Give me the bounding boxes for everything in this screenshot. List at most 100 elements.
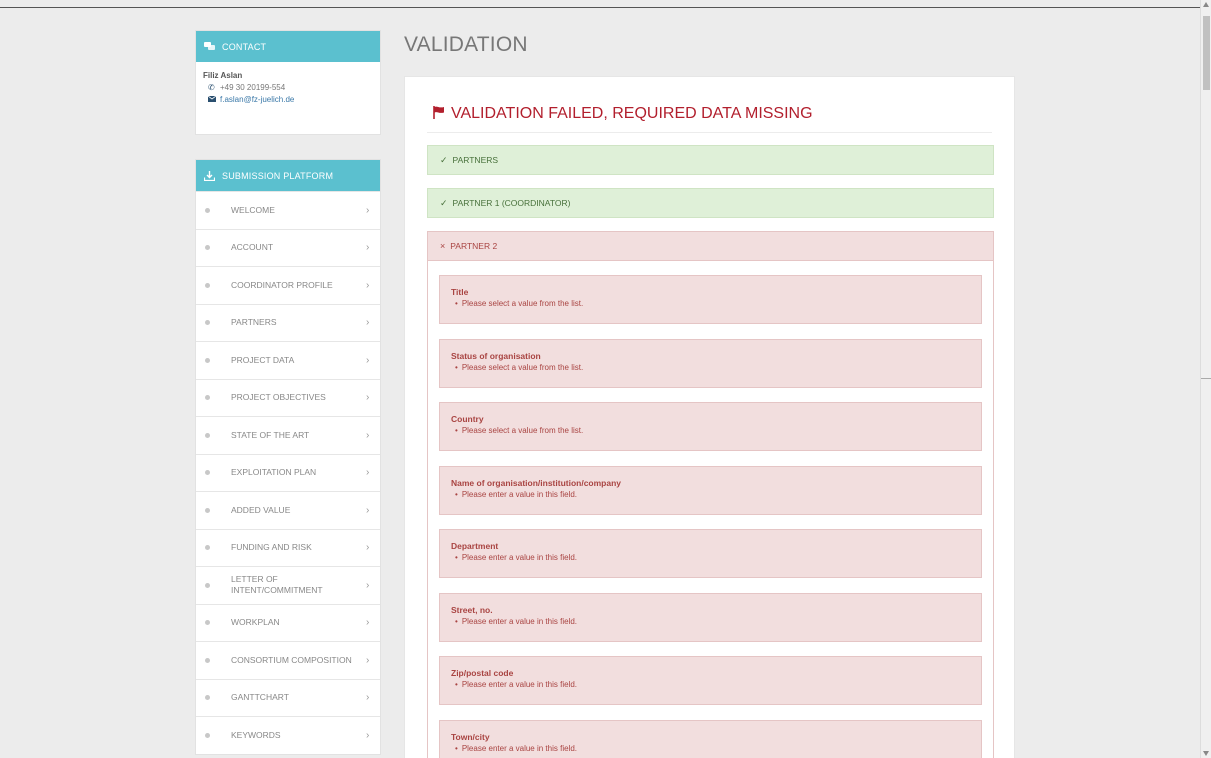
status-dot-icon [205, 620, 210, 626]
sidebar-item[interactable]: ACCOUNT › [196, 228, 380, 266]
error-alert: Title • Please select a value from the lis… [439, 275, 982, 324]
error-field-name: Street, no. [451, 604, 493, 615]
error-message-row: • Please enter a value in this field. [451, 552, 970, 563]
sidebar-item[interactable]: PROJECT OBJECTIVES › [196, 378, 380, 416]
sidebar-item[interactable]: PARTNERS › [196, 303, 380, 341]
status-dot-icon [205, 657, 210, 663]
error-message: Please select a value from the list. [461, 362, 584, 372]
sidebar-item-label: ADDED VALUE [231, 504, 291, 515]
chevron-right-icon: › [366, 654, 370, 666]
chevron-right-icon: › [366, 317, 370, 329]
error-alert: Status of organisation • Please select a v… [439, 338, 982, 388]
error-message: Please select a value from the list. [461, 426, 584, 435]
chevron-right-icon: › [366, 729, 370, 741]
section-label: PARTNER 2 [450, 241, 498, 251]
flag-icon [433, 106, 445, 122]
page-scrollbar[interactable] [1200, 0, 1211, 758]
status-dot-icon [205, 470, 210, 476]
error-alert: Zip/postal code • Please enter a value in … [439, 656, 982, 705]
sidebar-item[interactable]: WORKPLAN › [196, 603, 380, 641]
status-dot-icon [205, 732, 210, 738]
error-field-name: Title [451, 287, 469, 297]
download-icon [196, 170, 222, 181]
sidebar-item[interactable]: STATE OF THE ART › [196, 416, 380, 454]
error-field-name: Zip/postal code [451, 668, 514, 678]
submission-nav-list: WELCOME › ACCOUNT › COORDINATOR PROFILE › PART… [196, 191, 380, 754]
sidebar-item-label: FUNDING AND RISK [231, 542, 312, 553]
error-alert: Street, no. • Please enter a value in this… [439, 592, 982, 642]
section-partners[interactable]: ✓ PARTNERS [427, 145, 994, 175]
sidebar-item[interactable]: PROJECT DATA › [196, 341, 380, 379]
scroll-marker [1201, 378, 1211, 379]
sidebar-item-label: COORDINATOR PROFILE [231, 279, 333, 290]
error-field-name: Country [451, 414, 484, 424]
bullet-icon: • [455, 616, 458, 626]
section-label: PARTNERS [452, 155, 499, 165]
validation-status-title: VALIDATION FAILED, REQUIRED DATA MISSING [433, 105, 813, 123]
scroll-thumb[interactable] [1203, 16, 1210, 90]
chevron-right-icon: › [366, 504, 370, 516]
error-message-row: • Please enter a value in this field. [451, 743, 970, 754]
error-message: Please enter a value in this field. [461, 616, 577, 626]
status-dot-icon [205, 245, 210, 251]
error-message-row: • Please select a value from the list. [451, 298, 970, 309]
chevron-right-icon: › [366, 354, 370, 366]
contact-phone: +49 30 20199-554 [220, 83, 286, 92]
error-message-row: • Please enter a value in this field. [451, 679, 970, 690]
sidebar-item-label: PROJECT DATA [231, 354, 295, 365]
status-dot-icon [205, 545, 210, 551]
sidebar-item[interactable]: LETTER OF INTENT/COMMITMENT › [196, 566, 380, 604]
status-dot-icon [205, 207, 210, 213]
sidebar-item-label: WELCOME [231, 204, 275, 215]
scroll-down-arrow-icon[interactable] [1203, 751, 1209, 756]
sidebar-item[interactable]: FUNDING AND RISK › [196, 528, 380, 566]
status-dot-icon [205, 582, 210, 588]
chevron-right-icon: › [366, 467, 370, 479]
envelope-icon [207, 94, 217, 106]
bullet-icon: • [455, 426, 458, 435]
chevron-right-icon: › [366, 204, 370, 216]
sidebar-item-label: KEYWORDS [231, 729, 281, 740]
contact-name: Filiz Aslan [203, 71, 243, 80]
scroll-up-arrow-icon[interactable] [1203, 2, 1209, 7]
section-partner-1[interactable]: ✓ PARTNER 1 (COORDINATOR) [427, 188, 994, 218]
chevron-right-icon: › [366, 579, 370, 591]
status-dot-icon [205, 432, 210, 438]
title-divider [427, 132, 992, 133]
top-border [0, 7, 1200, 8]
sidebar-item-label: STATE OF THE ART [231, 429, 310, 440]
chevron-right-icon: › [366, 617, 370, 629]
submission-panel: SUBMISSION PLATFORM WELCOME › ACCOUNT › COOR… [195, 159, 381, 755]
bullet-icon: • [455, 743, 458, 753]
chevron-right-icon: › [366, 692, 370, 704]
error-alert: Town/city • Please enter a value in this f… [439, 719, 982, 758]
sidebar-item[interactable]: KEYWORDS › [196, 716, 380, 754]
phone-icon: ✆ [208, 83, 215, 92]
status-dot-icon [205, 357, 210, 363]
chat-bubbles-icon [196, 42, 222, 51]
status-dot-icon [205, 320, 210, 326]
bullet-icon: • [455, 680, 458, 689]
section-partner-2[interactable]: × PARTNER 2 [427, 231, 994, 261]
validation-card: VALIDATION FAILED, REQUIRED DATA MISSING… [404, 76, 1015, 758]
sidebar-item[interactable]: COORDINATOR PROFILE › [196, 266, 380, 304]
contact-details: Filiz Aslan ✆ +49 30 20199-554 f.aslan@f… [196, 62, 380, 134]
sidebar-item[interactable]: CONSORTIUM COMPOSITION › [196, 641, 380, 679]
check-icon: ✓ [440, 154, 448, 165]
error-message: Please enter a value in this field. [461, 553, 577, 562]
chevron-right-icon: › [366, 392, 370, 404]
sidebar-item[interactable]: EXPLOITATION PLAN › [196, 453, 380, 491]
sidebar-item[interactable]: WELCOME › [196, 191, 380, 229]
sidebar-item[interactable]: ADDED VALUE › [196, 491, 380, 529]
sidebar-item-label: GANTTCHART [231, 692, 289, 703]
bullet-icon: • [455, 299, 458, 308]
error-alert: Name of organisation/institution/company… [439, 465, 982, 515]
error-message: Please enter a value in this field. [461, 489, 577, 499]
contact-email-link[interactable]: f.aslan@fz-juelich.de [220, 94, 294, 106]
error-field-name: Status of organisation [451, 350, 541, 361]
error-message-row: • Please enter a value in this field. [451, 489, 970, 500]
error-message: Please select a value from the list. [461, 299, 584, 308]
sidebar-item[interactable]: GANTTCHART › [196, 678, 380, 716]
contact-email-row[interactable]: f.aslan@fz-juelich.de [203, 94, 373, 106]
status-dot-icon [205, 507, 210, 513]
